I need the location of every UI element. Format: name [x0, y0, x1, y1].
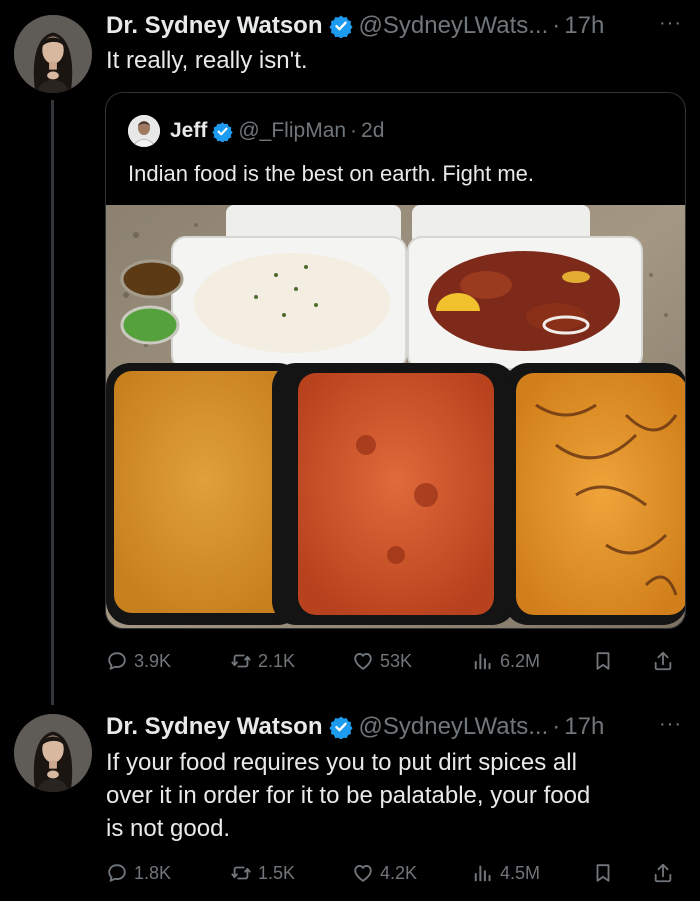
verified-badge-icon	[212, 121, 233, 142]
repost-icon	[230, 862, 252, 884]
author-avatar-image	[14, 15, 92, 93]
quoted-timestamp[interactable]: 2d	[361, 119, 384, 143]
repost-count: 1.5K	[258, 862, 296, 883]
bookmark-button[interactable]	[592, 645, 614, 677]
reply-icon	[106, 650, 128, 672]
repost-button[interactable]: 1.5K	[230, 857, 295, 889]
quoted-avatar[interactable]	[128, 115, 160, 147]
quoted-tweet-header: Jeff @_FlipMan · 2d	[170, 115, 384, 147]
separator-dot: ·	[552, 12, 561, 39]
avatar[interactable]	[14, 714, 92, 792]
tweet-actions: 1.8K 1.5K 4.2K 4.5M	[106, 857, 678, 889]
view-count: 4.5M	[500, 862, 541, 883]
like-icon	[352, 650, 374, 672]
separator-dot: ·	[552, 713, 561, 740]
views-icon	[472, 650, 494, 672]
quoted-author-name[interactable]: Jeff	[170, 119, 207, 143]
views-button[interactable]: 4.5M	[472, 857, 540, 889]
bookmark-icon	[592, 650, 614, 672]
share-icon	[652, 650, 674, 672]
tweet-text-line: is not good.	[106, 815, 231, 842]
verified-badge-icon	[329, 715, 353, 739]
reply-count: 3.9K	[134, 650, 172, 671]
bookmark-icon	[592, 862, 614, 884]
like-button[interactable]: 4.2K	[352, 857, 417, 889]
bookmark-button[interactable]	[592, 857, 614, 889]
like-count: 4.2K	[380, 862, 418, 883]
quoted-avatar-image	[128, 115, 160, 147]
author-handle[interactable]: @SydneyLWats...	[359, 713, 549, 741]
reply-count: 1.8K	[134, 862, 172, 883]
author-name[interactable]: Dr. Sydney Watson	[106, 713, 323, 741]
like-button[interactable]: 53K	[352, 645, 412, 677]
views-icon	[472, 862, 494, 884]
timestamp[interactable]: 17h	[564, 12, 604, 40]
share-icon	[652, 862, 674, 884]
reply-button[interactable]: 3.9K	[106, 645, 171, 677]
thread-connector-line	[51, 100, 54, 705]
author-name[interactable]: Dr. Sydney Watson	[106, 12, 323, 40]
author-avatar-image	[14, 714, 92, 792]
quoted-tweet-text: Indian food is the best on earth. Fight …	[128, 161, 535, 186]
more-icon[interactable]: ···	[659, 713, 682, 736]
tweet-actions: 3.9K 2.1K 53K 6.2M	[106, 645, 678, 677]
repost-icon	[230, 650, 252, 672]
repost-count: 2.1K	[258, 650, 296, 671]
tweet-text: It really, really isn't.	[106, 47, 308, 74]
tweet-header: Dr. Sydney Watson @SydneyLWats... · 17h	[106, 710, 604, 744]
share-button[interactable]	[652, 857, 674, 889]
avatar[interactable]	[14, 15, 92, 93]
quoted-author-handle[interactable]: @_FlipMan	[238, 119, 346, 143]
views-button[interactable]: 6.2M	[472, 645, 540, 677]
reply-button[interactable]: 1.8K	[106, 857, 171, 889]
tweet-header: Dr. Sydney Watson @SydneyLWats... · 17h	[106, 9, 604, 43]
reply-icon	[106, 862, 128, 884]
quoted-tweet-card[interactable]: Jeff @_FlipMan · 2d Indian food is the b…	[105, 92, 686, 629]
tweet-text-line: over it in order for it to be palatable,…	[106, 782, 591, 809]
like-count: 53K	[380, 650, 413, 671]
timestamp[interactable]: 17h	[564, 713, 604, 741]
more-icon[interactable]: ···	[659, 12, 682, 35]
tweet-text: If your food requires you to put dirt sp…	[106, 746, 590, 845]
share-button[interactable]	[652, 645, 674, 677]
food-photo[interactable]	[106, 205, 686, 629]
separator-dot: ·	[350, 119, 358, 142]
view-count: 6.2M	[500, 650, 541, 671]
tweet-text-line: If your food requires you to put dirt sp…	[106, 749, 577, 776]
author-handle[interactable]: @SydneyLWats...	[359, 12, 549, 40]
verified-badge-icon	[329, 14, 353, 38]
like-icon	[352, 862, 374, 884]
repost-button[interactable]: 2.1K	[230, 645, 295, 677]
